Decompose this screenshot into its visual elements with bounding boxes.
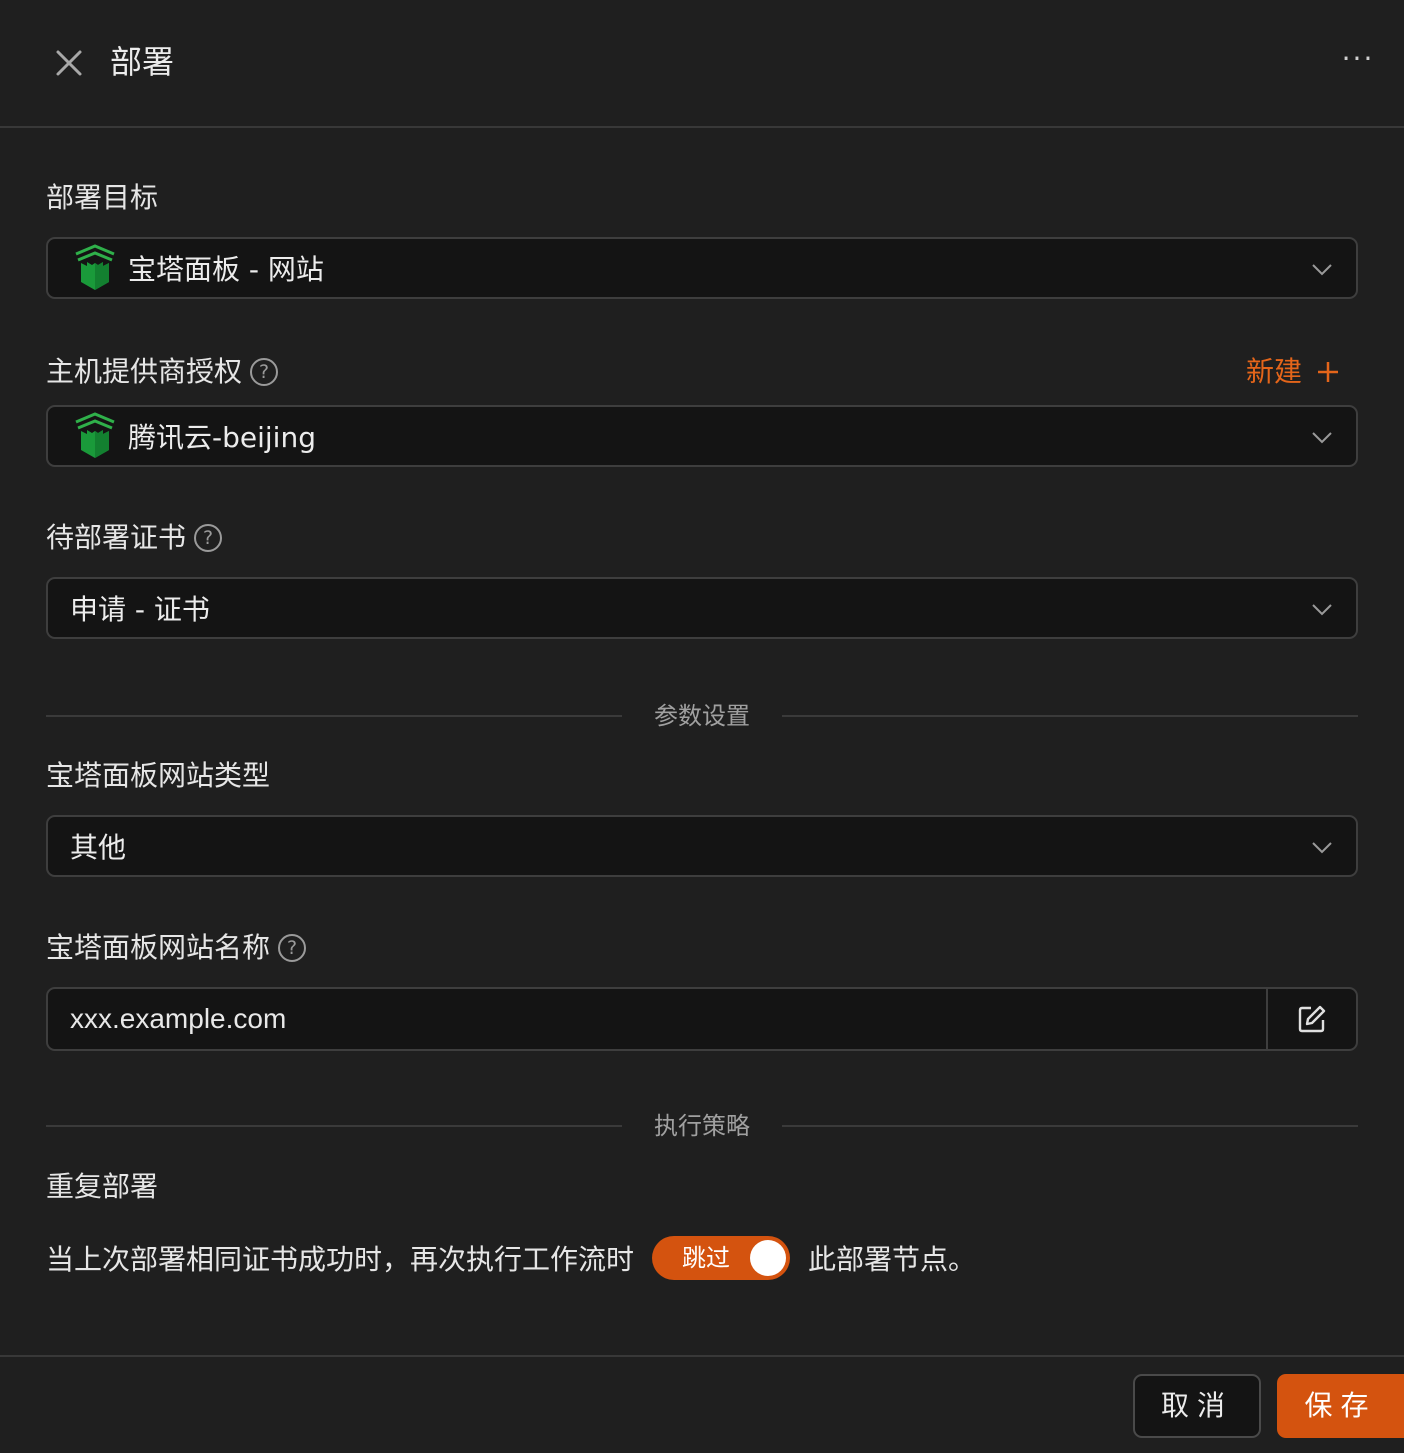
site-type-select[interactable]: 其他 [46, 815, 1358, 877]
chevron-down-icon [1312, 842, 1332, 854]
cert-select[interactable]: 申请 - 证书 [46, 577, 1358, 639]
strategy-divider: 执行策略 [46, 1106, 1358, 1146]
site-type-label: 宝塔面板网站类型 [46, 759, 271, 792]
params-divider: 参数设置 [46, 696, 1358, 736]
repeat-strategy-row: 当上次部署相同证书成功时，再次执行工作流时 跳过 此部署节点。 [46, 1234, 976, 1282]
help-icon[interactable]: ? [250, 358, 279, 386]
drawer-header: 部署 ··· [0, 0, 1404, 128]
cert-label: 待部署证书 ? [46, 518, 223, 558]
drawer-footer: 取消 保存 [0, 1355, 1404, 1453]
target-select-value: 宝塔面板 - 网站 [128, 253, 324, 286]
provider-label: 主机提供商授权 ? [46, 352, 279, 392]
new-provider-button[interactable]: 新建 [1246, 352, 1340, 392]
provider-select[interactable]: 腾讯云-beijing [46, 405, 1358, 467]
close-icon [56, 50, 82, 76]
provider-select-value: 腾讯云-beijing [128, 421, 316, 454]
close-button[interactable] [50, 44, 88, 82]
cert-select-value: 申请 - 证书 [70, 593, 210, 626]
baota-logo-icon [75, 244, 115, 290]
chevron-down-icon [1312, 432, 1332, 444]
toggle-knob [750, 1240, 787, 1276]
baota-logo-icon [75, 412, 115, 458]
site-type-select-value: 其他 [70, 831, 127, 864]
repeat-text-before: 当上次部署相同证书成功时，再次执行工作流时 [46, 1243, 635, 1276]
site-name-field [46, 987, 1358, 1051]
plus-icon [1318, 362, 1339, 382]
chevron-down-icon [1312, 604, 1332, 616]
save-button[interactable]: 保存 [1277, 1374, 1404, 1438]
repeat-label: 重复部署 [46, 1170, 159, 1203]
help-icon[interactable]: ? [278, 934, 307, 962]
toggle-label: 跳过 [682, 1244, 731, 1272]
edit-icon [1298, 1005, 1326, 1033]
more-options-button[interactable]: ··· [1336, 44, 1380, 80]
site-name-input[interactable] [70, 991, 1250, 1047]
site-name-label: 宝塔面板网站名称 ? [46, 928, 307, 968]
chevron-down-icon [1312, 264, 1332, 276]
skip-toggle[interactable]: 跳过 [652, 1236, 791, 1280]
target-label: 部署目标 [46, 181, 159, 214]
target-select[interactable]: 宝塔面板 - 网站 [46, 237, 1358, 299]
repeat-text-after: 此部署节点。 [808, 1243, 977, 1276]
cancel-button[interactable]: 取消 [1133, 1374, 1261, 1438]
help-icon[interactable]: ? [194, 524, 223, 552]
edit-button[interactable] [1266, 989, 1356, 1049]
page-title: 部署 [110, 43, 175, 81]
